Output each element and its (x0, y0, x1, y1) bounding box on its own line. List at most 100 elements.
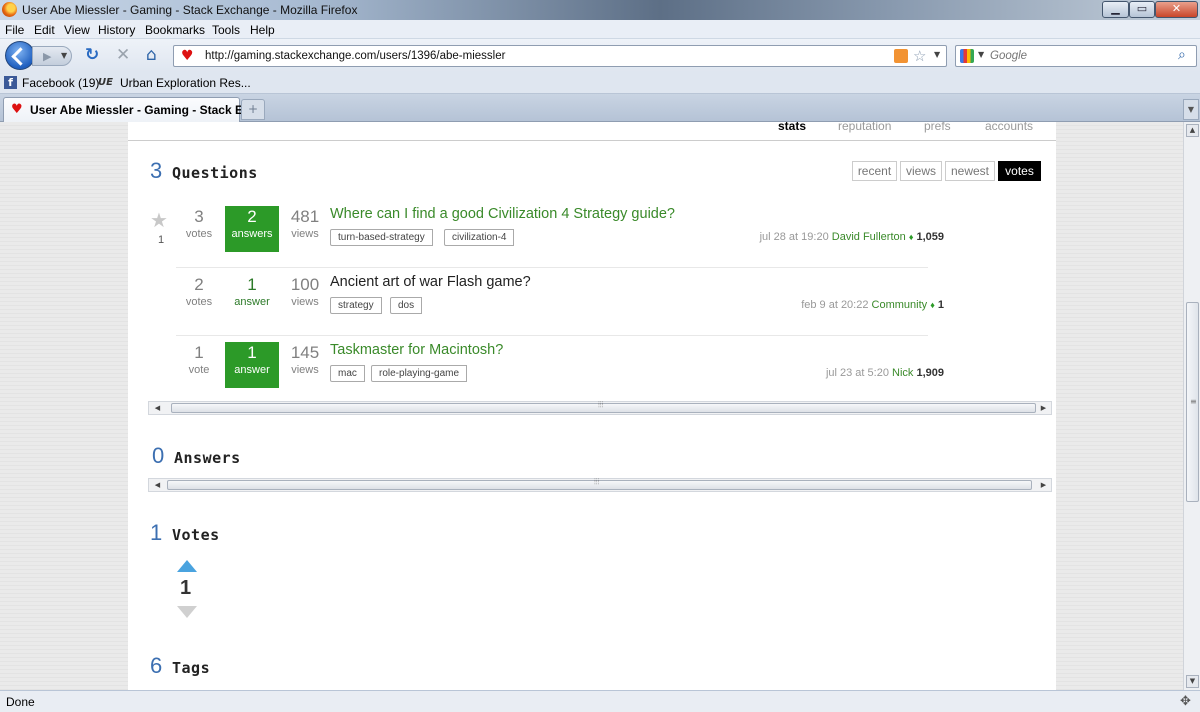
question-user-link[interactable]: David Fullerton (832, 231, 906, 243)
user-reputation: 1,909 (916, 367, 944, 379)
question-views: 145 views (278, 344, 332, 378)
question-user-link[interactable]: Nick (892, 367, 913, 379)
scrollbar-grip-icon: ⦙⦙⦙ (594, 477, 600, 486)
question-row: 2 votes 1 answer 100 views Ancient art o… (148, 268, 944, 336)
question-row: 1 vote 1 answer 145 views Taskmaster for… (148, 336, 944, 404)
search-icon[interactable]: ⌕ (1178, 47, 1186, 63)
question-user-link[interactable]: Community (872, 299, 928, 311)
menu-file[interactable]: File (5, 23, 24, 37)
menu-help[interactable]: Help (250, 23, 275, 37)
forward-button[interactable]: ▶ ▼ (32, 46, 72, 66)
question-answers: 1 answer (225, 342, 279, 388)
vote-up-arrow-icon[interactable] (177, 560, 197, 572)
question-started: jul 28 at 19:20 David Fullerton ♦ 1,059 (760, 231, 944, 243)
new-tab-button[interactable]: + (241, 99, 265, 120)
tab-list-button[interactable]: ▼ (1183, 99, 1199, 120)
scrollbar-thumb[interactable]: ≡ (1186, 302, 1199, 502)
views-label: views (291, 296, 319, 308)
scrollbar-grip-icon: ≡ (1190, 397, 1197, 406)
moderator-diamond-icon: ♦ (930, 300, 935, 310)
question-title-link[interactable]: Taskmaster for Macintosh? (330, 342, 503, 358)
scroll-right-icon[interactable]: ▶ (1037, 402, 1050, 414)
scrollbar-thumb[interactable] (167, 480, 1032, 490)
resize-grip-icon[interactable]: ✥ (1180, 694, 1191, 709)
url-text[interactable]: http://gaming.stackexchange.com/users/13… (205, 50, 505, 62)
profile-tab-reputation[interactable]: reputation (838, 122, 891, 133)
search-input[interactable] (990, 48, 1170, 64)
vote-down-arrow-icon[interactable] (177, 606, 197, 618)
menu-view[interactable]: View (64, 23, 90, 37)
questions-horizontal-scrollbar[interactable]: ◀ ⦙⦙⦙ ▶ (148, 400, 1052, 415)
menu-bookmarks[interactable]: Bookmarks (145, 23, 205, 37)
profile-tab-accounts[interactable]: accounts (985, 122, 1033, 133)
page-viewport: stats reputation prefs accounts 3 Questi… (0, 122, 1183, 690)
tag-role-playing-game[interactable]: role-playing-game (371, 365, 468, 382)
scroll-left-icon[interactable]: ◀ (151, 402, 164, 414)
tag-strategy[interactable]: strategy (330, 297, 382, 314)
scroll-left-icon[interactable]: ◀ (151, 479, 164, 491)
search-engine-dropdown-icon[interactable]: ▼ (978, 50, 984, 59)
search-bar[interactable]: ▼ ⌕ (955, 45, 1197, 67)
google-engine-icon[interactable] (960, 49, 974, 63)
bookmark-star-icon[interactable]: ☆ (913, 47, 926, 65)
forward-arrow-icon: ▶ (43, 50, 52, 63)
rss-feed-icon[interactable] (894, 49, 908, 63)
tags-heading: Tags (172, 659, 211, 677)
bookmark-facebook[interactable]: Facebook (19) (22, 76, 99, 90)
navigation-toolbar: ▶ ▼ ↻ ✕ ⌂ ♥ http://gaming.stackexchange.… (0, 39, 1200, 72)
facebook-icon: f (4, 76, 17, 89)
tag-turn-based-strategy[interactable]: turn-based-strategy (330, 229, 433, 246)
home-icon[interactable]: ⌂ (146, 47, 157, 64)
maximize-button[interactable]: ▭ (1129, 1, 1155, 18)
reload-icon[interactable]: ↻ (85, 47, 99, 64)
sort-views-button[interactable]: views (900, 161, 942, 181)
menu-tools[interactable]: Tools (212, 23, 240, 37)
tag-dos[interactable]: dos (390, 297, 423, 314)
tabs-divider (128, 140, 1056, 141)
favorite-star-icon[interactable]: ★ (150, 208, 168, 232)
sort-newest-button[interactable]: newest (945, 161, 995, 181)
bookmark-urban-exploration[interactable]: Urban Exploration Res... (120, 76, 251, 90)
history-dropdown-icon[interactable]: ▼ (61, 51, 67, 60)
answers-number: 1 (247, 343, 257, 362)
close-button[interactable]: ✕ (1155, 1, 1198, 18)
stop-icon[interactable]: ✕ (116, 47, 130, 64)
answers-horizontal-scrollbar[interactable]: ◀ ⦙⦙⦙ ▶ (148, 477, 1052, 492)
votes-label: vote (188, 364, 210, 376)
answers-count: 0 (152, 443, 165, 468)
profile-tab-prefs[interactable]: prefs (924, 122, 951, 133)
question-title-link[interactable]: Ancient art of war Flash game? (330, 274, 531, 290)
urban-exploration-icon: UE (98, 77, 113, 88)
window-title: User Abe Miessler - Gaming - Stack Excha… (22, 3, 358, 17)
firefox-logo-icon (2, 2, 17, 17)
scroll-down-icon[interactable]: ▼ (1186, 675, 1199, 688)
scrollbar-thumb[interactable] (171, 403, 1036, 413)
site-favicon-icon: ♥ (181, 48, 194, 64)
votes-number: 2 (194, 275, 204, 294)
profile-tab-stats[interactable]: stats (778, 122, 806, 133)
votes-number: 3 (194, 207, 204, 226)
back-button[interactable] (5, 41, 35, 70)
views-label: views (291, 364, 319, 376)
page-vertical-scrollbar[interactable]: ▲ ≡ ▼ (1183, 122, 1200, 690)
url-bar[interactable]: ♥ http://gaming.stackexchange.com/users/… (173, 45, 947, 67)
answers-label: answers (231, 228, 273, 240)
status-text: Done (6, 695, 35, 709)
url-dropdown-icon[interactable]: ▼ (934, 50, 940, 59)
menu-edit[interactable]: Edit (34, 23, 55, 37)
tag-civilization-4[interactable]: civilization-4 (444, 229, 515, 246)
scroll-right-icon[interactable]: ▶ (1037, 479, 1050, 491)
scroll-up-icon[interactable]: ▲ (1186, 124, 1199, 137)
minimize-button[interactable]: ▁ (1102, 1, 1129, 18)
tab-label: User Abe Miessler - Gaming - Stack E... (30, 103, 253, 117)
status-bar: Done ✥ (0, 690, 1200, 712)
window-titlebar: User Abe Miessler - Gaming - Stack Excha… (0, 0, 1200, 20)
question-title-link[interactable]: Where can I find a good Civilization 4 S… (330, 206, 675, 222)
tag-mac[interactable]: mac (330, 365, 365, 382)
sort-recent-button[interactable]: recent (852, 161, 897, 181)
sort-votes-button[interactable]: votes (998, 161, 1041, 181)
question-date: feb 9 at 20:22 (801, 299, 869, 311)
tab-user-profile[interactable]: ♥ User Abe Miessler - Gaming - Stack E..… (3, 97, 253, 122)
menu-history[interactable]: History (98, 23, 135, 37)
questions-heading: Questions (172, 164, 258, 182)
